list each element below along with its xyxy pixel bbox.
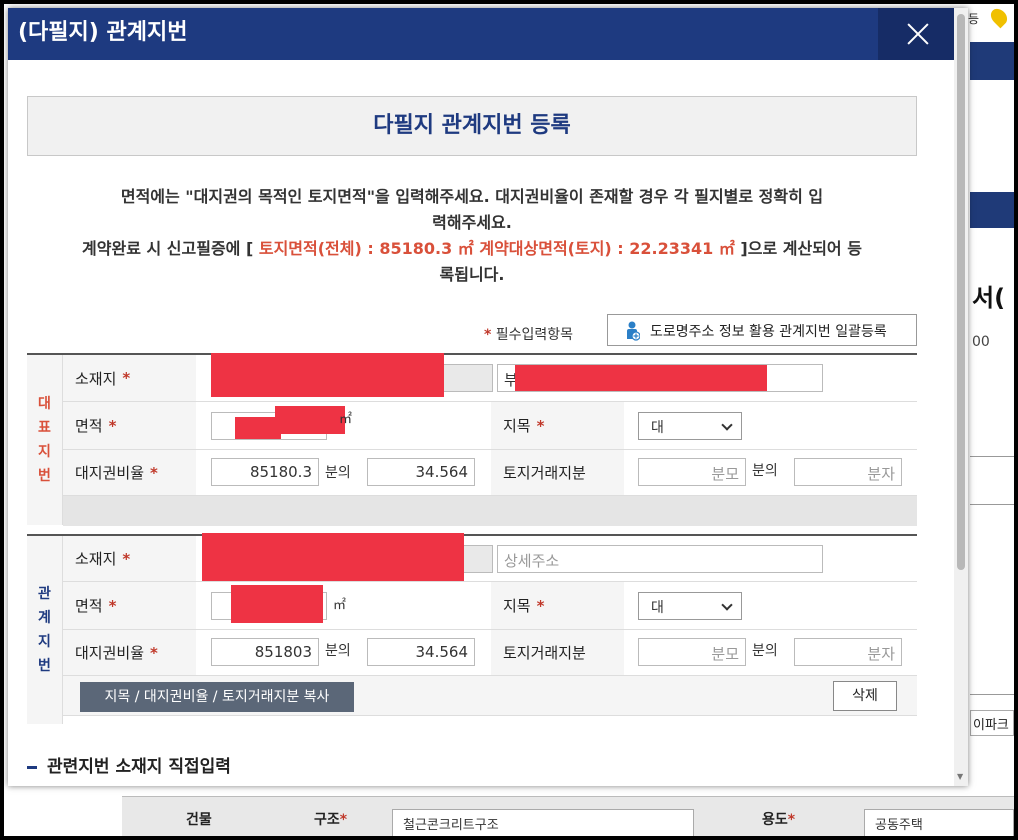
background-section-bar <box>970 192 1014 228</box>
redacted-area <box>231 585 323 623</box>
structure-select[interactable]: 철근콘크리트구조 <box>392 809 694 836</box>
background-divider <box>970 504 1014 505</box>
ratio-label: 대지권비율 * <box>63 630 196 675</box>
chevron-down-icon <box>721 599 733 611</box>
ratio-label: 대지권비율 * <box>63 450 196 495</box>
modal-header: (다필지) 관계지번 <box>8 8 968 60</box>
location-label: 소재지 * <box>63 536 196 581</box>
share-label: 토지거래지분 <box>491 630 624 675</box>
chevron-down-icon <box>721 419 733 431</box>
area-summary: 토지면적(전체) : 85180.3 ㎡ 계약대상면적(토지) : 22.233… <box>258 239 735 258</box>
redacted-location <box>202 533 464 581</box>
structure-label: 구조* <box>314 812 348 828</box>
land-category-label: 지목 * <box>491 402 624 449</box>
toolbar-text: 등 <box>968 12 980 26</box>
related-side-label: 관 계 지 번 <box>27 536 63 724</box>
copy-attributes-button[interactable]: 지목 / 대지권비율 / 토지거래지분 복사 <box>80 682 354 712</box>
close-button[interactable] <box>878 8 954 60</box>
required-note: * 필수입력항목 <box>484 327 574 343</box>
location-row: 소재지 * 상세주소 <box>63 533 917 582</box>
ratio-denominator-input[interactable]: 85180.3 <box>211 458 319 486</box>
modal-content: 다필지 관계지번 등록 면적에는 "대지권의 목적인 토지면적"을 입력해주세요… <box>8 60 954 786</box>
representative-footer-bar <box>63 496 917 526</box>
map-pin-icon[interactable] <box>987 5 1011 29</box>
direct-input-title: 관련지번 소재지 직접입력 <box>27 752 231 777</box>
background-header-bar <box>970 42 1014 80</box>
scroll-down-arrow-icon[interactable]: ▼ <box>957 772 963 781</box>
area-label: 면적 * <box>63 582 196 629</box>
road-address-bulk-register-button[interactable]: 도로명주소 정보 활용 관계지번 일괄등록 <box>607 314 917 346</box>
representative-lot-section: 대 표 지 번 소재지 * 부 면적 * ㎡ 지목 * 대 대지권비율 * 85… <box>27 353 917 526</box>
related-lot-modal: (다필지) 관계지번 다필지 관계지번 등록 면적에는 "대지권의 목적인 토지… <box>8 8 968 786</box>
area-label: 면적 * <box>63 402 196 449</box>
land-category-select[interactable]: 대 <box>638 592 742 620</box>
delete-button[interactable]: 삭제 <box>833 681 897 711</box>
area-row: 면적 * ㎡ 지목 * 대 <box>63 582 917 630</box>
background-ipark-field: 이파크 <box>970 710 1014 736</box>
detail-address-input[interactable]: 상세주소 <box>497 545 823 573</box>
share-denominator-input[interactable]: 분모 <box>638 458 746 486</box>
area-row: 면적 * ㎡ 지목 * 대 <box>63 402 917 450</box>
share-of-label: 분의 <box>752 643 778 659</box>
section-heading: 다필지 관계지번 등록 <box>27 96 917 156</box>
area-unit: ㎡ <box>339 412 353 427</box>
background-bottom-row: 건물 구조* 철근콘크리트구조 용도* 공동주택 <box>122 796 1014 836</box>
ratio-numerator-input[interactable]: 34.564 <box>367 458 475 486</box>
land-category-select[interactable]: 대 <box>638 412 742 440</box>
ratio-denominator-input[interactable]: 851803 <box>211 638 319 666</box>
redacted-area <box>275 406 345 434</box>
modal-title: (다필지) 관계지번 <box>18 20 188 45</box>
location-label: 소재지 * <box>63 355 196 401</box>
usage-field[interactable]: 공동주택 <box>864 809 1014 836</box>
usage-label: 용도* <box>762 812 796 828</box>
ratio-row: 대지권비율 * 851803 분의 34.564 토지거래지분 분모 분의 분자 <box>63 630 917 676</box>
ratio-of-label: 분의 <box>325 465 351 481</box>
land-category-label: 지목 * <box>491 582 624 629</box>
location-row: 소재지 * 부 <box>63 353 917 402</box>
background-number-fragment: 00 <box>972 334 990 350</box>
share-of-label: 분의 <box>752 463 778 479</box>
share-numerator-input[interactable]: 분자 <box>794 458 902 486</box>
background-divider <box>970 694 1014 695</box>
person-add-icon <box>627 321 640 341</box>
background-divider <box>970 456 1014 457</box>
building-label: 건물 <box>186 812 212 828</box>
redacted-detail-address <box>515 365 767 391</box>
ratio-numerator-input[interactable]: 34.564 <box>367 638 475 666</box>
notice-text: 면적에는 "대지권의 목적인 토지면적"을 입력해주세요. 대지권비율이 존재할… <box>82 187 862 284</box>
ratio-of-label: 분의 <box>325 643 351 659</box>
redacted-location <box>211 353 444 397</box>
share-denominator-input[interactable]: 분모 <box>638 638 746 666</box>
share-label: 토지거래지분 <box>491 450 624 495</box>
background-title-fragment: 서( <box>972 284 1006 312</box>
scrollbar-thumb[interactable] <box>957 14 965 570</box>
share-numerator-input[interactable]: 분자 <box>794 638 902 666</box>
area-unit: ㎡ <box>333 598 347 613</box>
ratio-row: 대지권비율 * 85180.3 분의 34.564 토지거래지분 분모 분의 분자 <box>63 450 917 496</box>
representative-side-label: 대 표 지 번 <box>27 355 63 525</box>
